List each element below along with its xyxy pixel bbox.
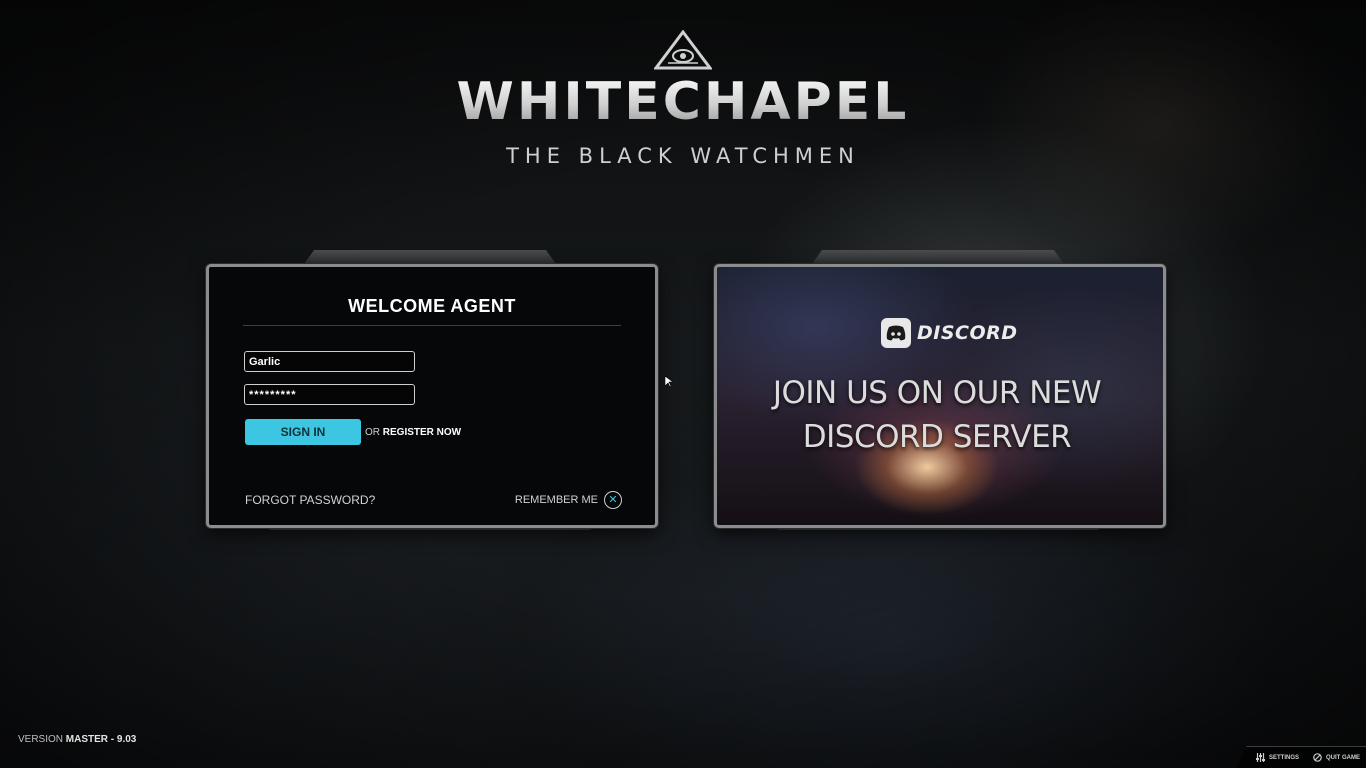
- remember-me: REMEMBER ME ✕: [515, 491, 622, 509]
- sign-in-button[interactable]: SIGN IN: [245, 419, 361, 445]
- sliders-icon: [1255, 753, 1265, 762]
- quit-icon: [1313, 753, 1322, 762]
- quit-label: QUIT GAME: [1326, 754, 1360, 761]
- discord-brand: DISCORD: [881, 318, 1018, 348]
- corner-menu: SETTINGS QUIT GAME: [1236, 746, 1366, 768]
- discord-headline: JOIN US ON OUR NEW DISCORD SERVER: [717, 371, 1157, 459]
- game-title: WHITECHAPEL: [383, 72, 983, 132]
- discord-headline-line2: DISCORD SERVER: [802, 419, 1072, 455]
- version-text: VERSION MASTER - 9.03: [18, 734, 136, 745]
- login-panel: WELCOME AGENT SIGN IN OR REGISTER NOW FO…: [206, 264, 658, 528]
- mouse-cursor-icon: [665, 376, 673, 388]
- welcome-heading: WELCOME AGENT: [348, 296, 516, 316]
- login-panel-top-tab: [304, 250, 556, 264]
- discord-headline-line1: JOIN US ON OUR NEW: [772, 375, 1102, 411]
- password-input[interactable]: [244, 384, 415, 405]
- discord-wordmark: DISCORD: [917, 322, 1018, 344]
- remember-me-label: REMEMBER ME: [514, 494, 598, 506]
- discord-icon: [881, 318, 911, 348]
- settings-button[interactable]: SETTINGS: [1255, 753, 1299, 762]
- close-x-icon[interactable]: ✕: [604, 491, 622, 509]
- username-input[interactable]: [244, 351, 415, 372]
- or-text: OR: [365, 427, 380, 438]
- quit-game-button[interactable]: QUIT GAME: [1313, 753, 1360, 762]
- forgot-password-link[interactable]: FORGOT PASSWORD?: [245, 493, 375, 507]
- discord-banner[interactable]: DISCORD JOIN US ON OUR NEW DISCORD SERVE…: [714, 264, 1166, 528]
- version-prefix: VERSION: [18, 734, 64, 745]
- register-now-link[interactable]: REGISTER NOW: [383, 427, 461, 438]
- version-value: MASTER - 9.03: [65, 734, 137, 745]
- all-seeing-eye-triangle-icon: [654, 30, 712, 70]
- discord-panel-top-tab: [812, 250, 1064, 264]
- heading-divider: [243, 325, 621, 326]
- register-line: OR REGISTER NOW: [365, 427, 461, 438]
- game-subtitle: THE BLACK WATCHMEN: [506, 144, 860, 168]
- settings-label: SETTINGS: [1268, 754, 1299, 761]
